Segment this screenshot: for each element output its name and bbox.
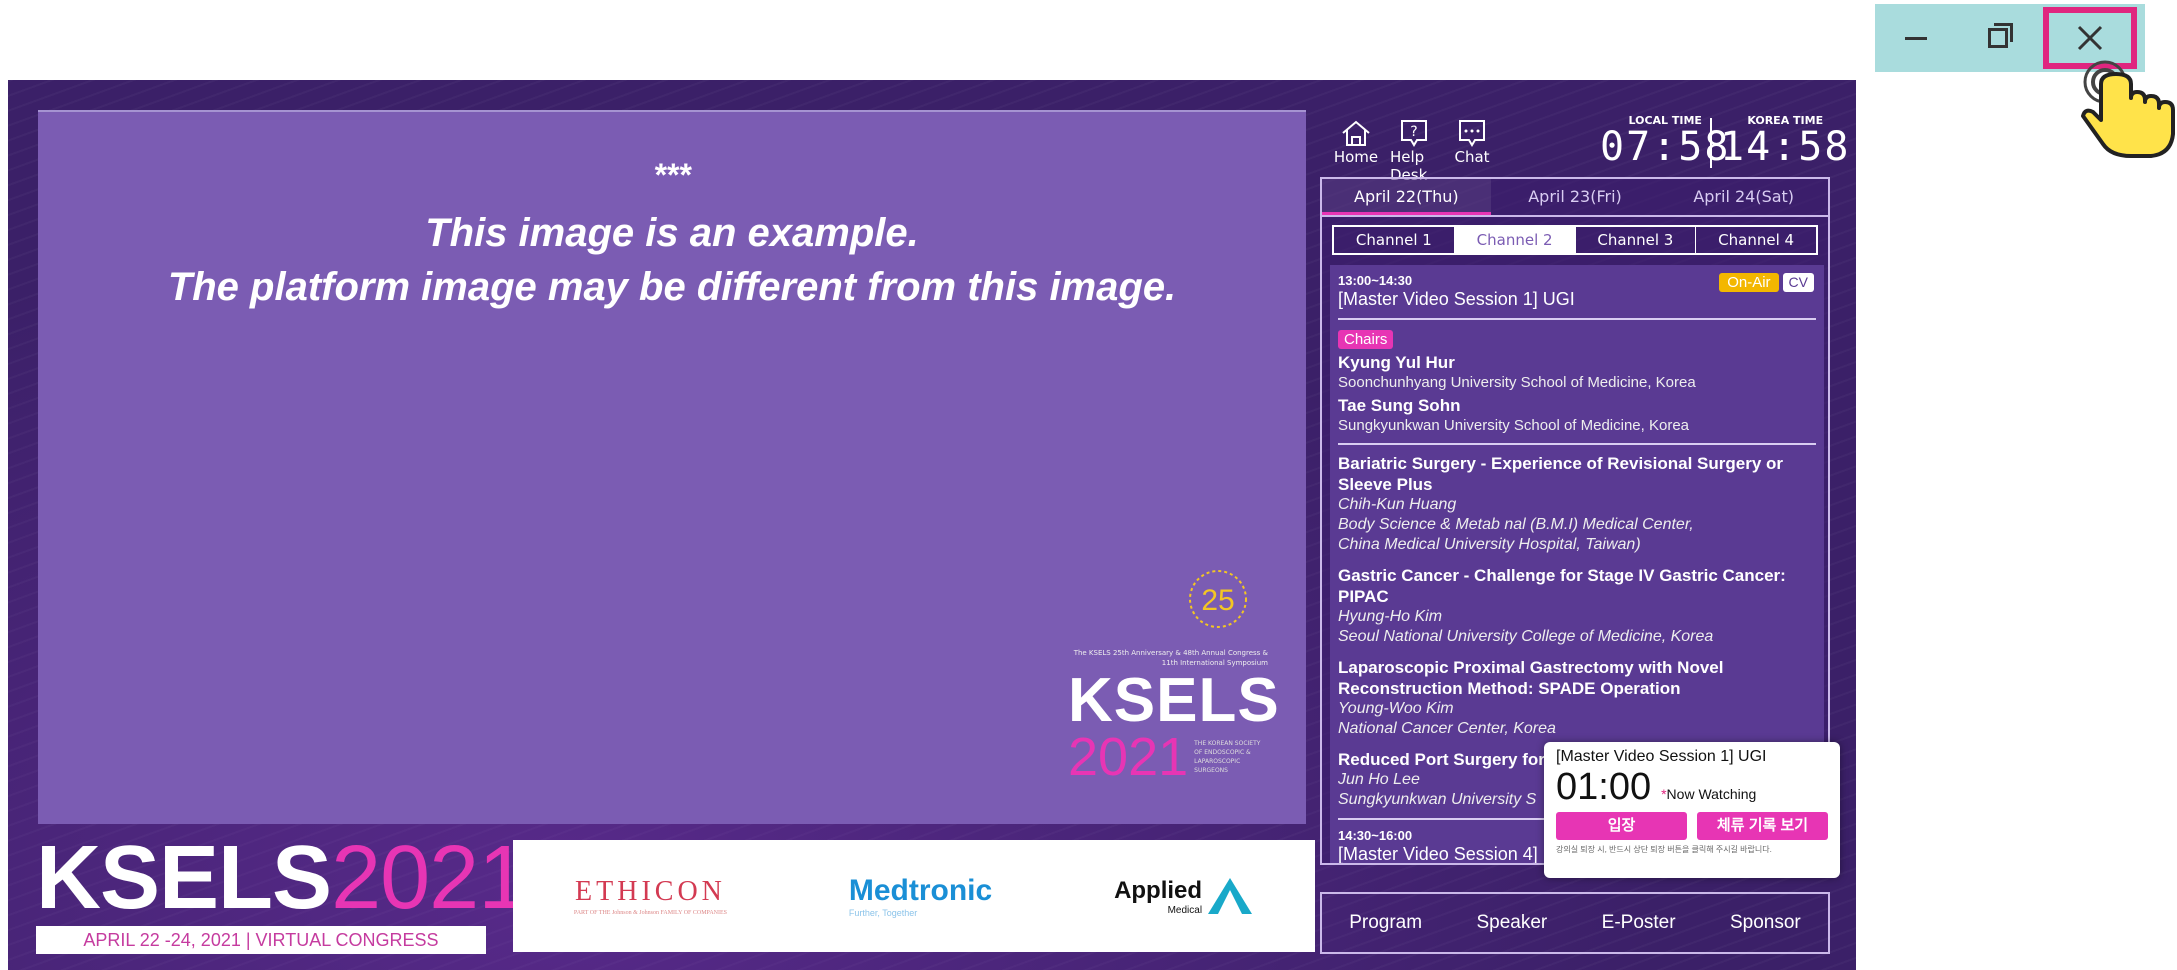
now-watching-popup: [Master Video Session 1] UGI 01:00 Now W… <box>1544 742 1840 878</box>
chat-icon <box>1459 120 1485 147</box>
logo-ksels: KSELS <box>1068 666 1280 735</box>
video-player[interactable]: *** This image is an example. The platfo… <box>38 110 1306 824</box>
brand-dates: APRIL 22 -24, 2021 | VIRTUAL CONGRESS <box>36 926 486 954</box>
day-tabs: April 22(Thu) April 23(Fri) April 24(Sat… <box>1322 179 1828 217</box>
medtronic-logo[interactable]: Medtronic Further, Together <box>849 874 992 918</box>
talk-speaker: Chih-Kun Huang <box>1338 496 1457 513</box>
ethicon-sub: PART OF THE Johnson & Johnson FAMILY OF … <box>573 910 727 916</box>
nav-program[interactable]: Program <box>1349 912 1422 934</box>
korea-time: 14:58 <box>1720 124 1851 170</box>
talk-affiliation: National Cancer Center, Korea <box>1338 720 1556 737</box>
svg-text:25: 25 <box>1201 584 1234 617</box>
tab-channel-4[interactable]: Channel 4 <box>1696 227 1816 253</box>
talk-affiliation: Body Science & Metab nal (B.M.I) Medical… <box>1338 516 1694 533</box>
bottom-nav: Program Speaker E-Poster Sponsor <box>1320 892 1830 954</box>
chair-affiliation: Sungkyunkwan University School of Medici… <box>1338 417 1690 434</box>
view-attendance-button[interactable]: 체류 기록 보기 <box>1697 812 1828 840</box>
anniversary-25-icon: 25 <box>1189 570 1247 628</box>
chair-name: Kyung Yul Hur <box>1338 353 1455 372</box>
on-air-badge: On-Air <box>1719 273 1779 292</box>
notice-stars: *** <box>653 157 691 193</box>
logo-tagline: The KSELS 25th Anniversary & 48th Annual… <box>1073 649 1268 667</box>
home-label: Home <box>1333 148 1379 166</box>
tab-channel-2[interactable]: Channel 2 <box>1454 227 1576 253</box>
sponsor-banner[interactable]: ETHICON PART OF THE Johnson & Johnson FA… <box>513 840 1315 952</box>
ethicon-logo[interactable]: ETHICON PART OF THE Johnson & Johnson FA… <box>574 876 727 916</box>
enter-button[interactable]: 입장 <box>1556 812 1687 840</box>
pointer-hand-icon <box>2081 60 2175 158</box>
cv-badge[interactable]: CV <box>1782 273 1814 292</box>
medtronic-sub: Further, Together <box>848 908 918 918</box>
help-desk-icon: ? <box>1401 120 1427 147</box>
brand-year: 2021 <box>331 828 528 928</box>
logo-society: THE KOREAN SOCIETY OF ENDOSCOPIC & LAPAR… <box>1194 740 1261 774</box>
talk-affiliation: China Medical University Hospital, Taiwa… <box>1338 536 1641 553</box>
home-icon <box>1342 120 1370 146</box>
applied-triangle-icon <box>1208 878 1253 914</box>
talk-affiliation: Seoul National University College of Med… <box>1338 628 1714 645</box>
restore-button[interactable] <box>1957 4 2039 72</box>
restore-icon <box>1988 23 2013 48</box>
tab-day-2[interactable]: April 23(Fri) <box>1491 179 1660 215</box>
time-display: LOCAL TIME 07:58 KOREA TIME 14:58 <box>1600 114 1848 170</box>
talk-speaker: Young-Woo Kim <box>1338 700 1454 717</box>
chat-button[interactable]: Chat <box>1448 118 1496 184</box>
help-desk-button[interactable]: ? Help Desk <box>1390 118 1438 184</box>
ksels-brand: KSELS2021 APRIL 22 -24, 2021 | VIRTUAL C… <box>36 832 528 954</box>
notice-line-2: The platform image may be different from… <box>167 265 1177 309</box>
talk-title: Gastric Cancer - Challenge for Stage IV … <box>1338 566 1786 606</box>
nav-e-poster[interactable]: E-Poster <box>1602 912 1676 934</box>
tab-channel-3[interactable]: Channel 3 <box>1576 227 1697 253</box>
popup-title: [Master Video Session 1] UGI <box>1556 748 1767 765</box>
chair-name: Tae Sung Sohn <box>1338 396 1461 415</box>
popup-timer: 01:00 <box>1556 766 1652 808</box>
talk-item: Laparoscopic Proximal Gastrectomy with N… <box>1338 657 1816 739</box>
video-ksels-logo: 25 The KSELS 25th Anniversary & 48th Ann… <box>1068 564 1280 787</box>
chat-label: Chat <box>1454 148 1490 166</box>
talk-title: Bariatric Surgery - Experience of Revisi… <box>1338 454 1783 494</box>
clock-divider <box>1710 118 1712 168</box>
svg-text:?: ? <box>1410 124 1417 140</box>
home-button[interactable]: Home <box>1332 118 1380 184</box>
logo-year: 2021 <box>1068 727 1189 787</box>
channel-tabs: Channel 1 Channel 2 Channel 3 Channel 4 <box>1332 225 1818 255</box>
popup-status: Now Watching <box>1661 786 1757 802</box>
talk-item: Bariatric Surgery - Experience of Revisi… <box>1338 453 1816 555</box>
applied-sub: Medical <box>1167 904 1203 916</box>
notice-line-1: This image is an example. <box>425 211 919 255</box>
example-notice: *** This image is an example. The platfo… <box>38 157 1306 314</box>
medtronic-name: Medtronic <box>848 874 993 907</box>
talk-item: Gastric Cancer - Challenge for Stage IV … <box>1338 565 1816 647</box>
divider <box>1338 318 1816 320</box>
minimize-button[interactable] <box>1875 4 1957 72</box>
ethicon-name: ETHICON <box>575 876 726 907</box>
tab-day-3[interactable]: April 24(Sat) <box>1659 179 1828 215</box>
tab-channel-1[interactable]: Channel 1 <box>1334 227 1455 253</box>
popup-note: 강의실 퇴장 시, 반드시 상단 퇴장 버튼을 클릭해 주시길 바랍니다. <box>1556 845 1772 854</box>
nav-speaker[interactable]: Speaker <box>1476 912 1547 934</box>
top-nav: Home ? Help Desk Chat <box>1332 118 1496 184</box>
chairs-badge: Chairs <box>1338 330 1394 349</box>
nav-sponsor[interactable]: Sponsor <box>1730 912 1801 934</box>
brand-name: KSELS <box>36 828 332 928</box>
talk-speaker: Hyung-Ho Kim <box>1338 608 1443 625</box>
talk-title: Laparoscopic Proximal Gastrectomy with N… <box>1338 658 1724 698</box>
minimize-icon <box>1905 36 1927 40</box>
divider <box>1338 443 1816 445</box>
tab-day-1[interactable]: April 22(Thu) <box>1322 179 1491 215</box>
applied-medical-logo[interactable]: Applied Medical <box>1114 876 1254 916</box>
close-icon <box>2077 25 2103 51</box>
applied-name: Applied <box>1114 876 1203 904</box>
chair-affiliation: Soonchunhyang University School of Medic… <box>1338 374 1696 391</box>
